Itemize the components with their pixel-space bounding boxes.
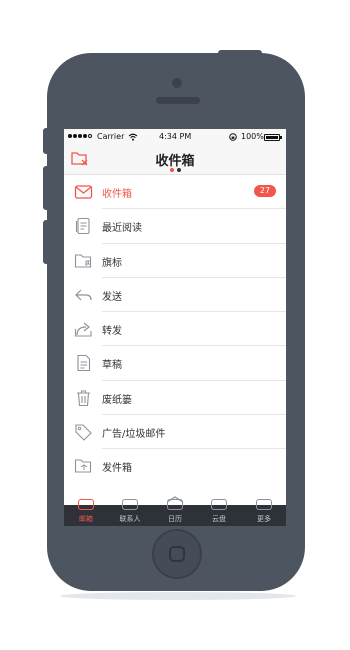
page-title: 收件箱 [155, 154, 195, 169]
rotation-lock-icon [229, 133, 237, 141]
spam-tag-icon [75, 424, 92, 441]
folder-item-inbox[interactable]: 收件箱 27 [64, 175, 286, 210]
more-tab-icon [256, 499, 272, 510]
battery-icon [264, 134, 282, 141]
flag-folder-icon [74, 254, 92, 268]
tab-label: 邮箱 [79, 515, 93, 523]
mail-tab-icon [78, 499, 94, 510]
nav-bar: 收件箱 [64, 145, 286, 175]
phone-shadow [60, 592, 296, 600]
draft-icon [77, 355, 91, 372]
folder-label: 广告/垃圾邮件 [102, 429, 166, 441]
forward-icon [74, 322, 92, 337]
tab-mail[interactable]: 邮箱 [64, 499, 108, 526]
unread-count-badge: 27 [254, 185, 276, 197]
signal-strength-icon [68, 134, 92, 138]
sent-icon [75, 289, 92, 301]
tab-label: 日历 [168, 515, 182, 523]
folder-item-forwarded[interactable]: 转发 [64, 312, 286, 347]
tab-calendar[interactable]: 日历 [153, 499, 197, 526]
folder-label: 草稿 [102, 360, 122, 372]
contacts-tab-icon [122, 499, 138, 510]
folder-item-flagged[interactable]: 旗标 [64, 244, 286, 278]
folder-item-spam[interactable]: 广告/垃圾邮件 [64, 415, 286, 450]
status-bar: Carrier 4:34 PM 100% [64, 129, 286, 145]
inbox-icon [74, 185, 93, 199]
tab-label: 联系人 [119, 515, 141, 523]
tab-bar: 邮箱 联系人 日历 云盘 更多 [64, 499, 286, 526]
folder-label: 转发 [102, 326, 122, 338]
folder-item-trash[interactable]: 废纸篓 [64, 381, 286, 416]
tab-contacts[interactable]: 联系人 [108, 499, 152, 526]
earpiece-speaker [156, 97, 200, 104]
folder-label: 发送 [102, 291, 122, 303]
folder-label: 旗标 [102, 257, 122, 269]
folder-label: 收件箱 [102, 189, 132, 200]
trash-icon [77, 390, 90, 406]
outbox-icon [74, 459, 92, 473]
cloud-drive-tab-icon [211, 499, 227, 510]
wifi-icon [128, 133, 138, 141]
recent-read-icon [75, 218, 90, 235]
page-indicator [170, 168, 181, 172]
status-time: 4:34 PM [159, 132, 192, 141]
tab-more[interactable]: 更多 [242, 499, 286, 526]
screen: Carrier 4:34 PM 100% 收件箱 收件箱 27 最近阅读 旗标 … [64, 129, 286, 526]
battery-percent: 100% [241, 132, 264, 141]
tab-label: 更多 [257, 515, 271, 523]
folder-label: 发件箱 [102, 463, 132, 475]
folder-item-recent-read[interactable]: 最近阅读 [64, 209, 286, 244]
folder-label: 最近阅读 [102, 223, 142, 235]
folder-list: 收件箱 27 最近阅读 旗标 发送 转发 草稿 废纸篓 广告/垃圾邮件 发件箱 [64, 175, 286, 484]
tab-label: 云盘 [212, 515, 226, 523]
tab-cloud-drive[interactable]: 云盘 [197, 499, 241, 526]
front-camera [172, 78, 182, 88]
folder-item-sent[interactable]: 发送 [64, 278, 286, 313]
calendar-tab-icon [167, 499, 183, 510]
folder-label: 废纸篓 [102, 394, 132, 406]
home-button [152, 529, 202, 579]
carrier-name: Carrier [97, 132, 125, 141]
folder-item-drafts[interactable]: 草稿 [64, 346, 286, 381]
folder-item-outbox[interactable]: 发件箱 [64, 449, 286, 483]
